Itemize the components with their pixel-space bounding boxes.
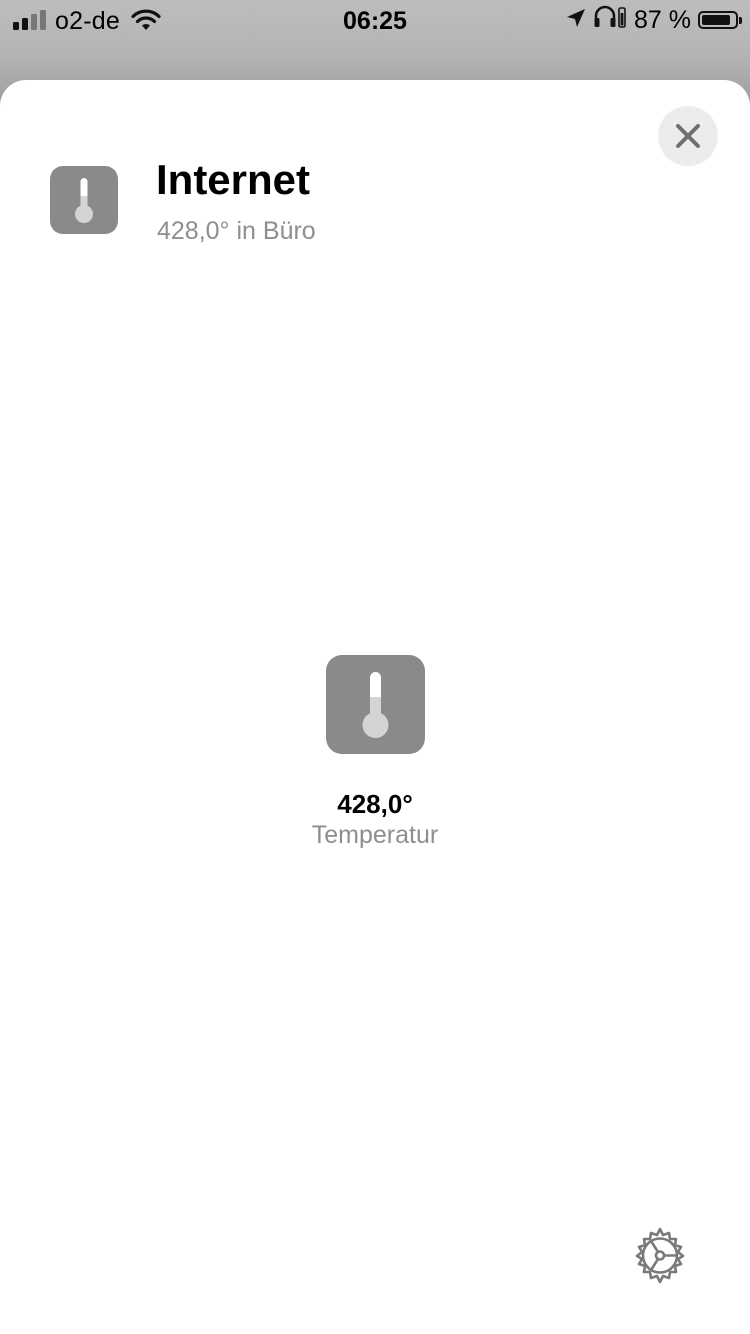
close-icon [676,124,700,148]
accessory-detail-sheet: Internet 428,0° in Büro 428,0° Temperatu… [0,80,750,1334]
accessory-title: Internet [156,156,311,203]
headphones-icon [593,5,627,36]
thermometer-icon [50,166,118,234]
battery-percentage: 87 % [634,5,691,34]
close-button[interactable] [658,106,718,166]
temperature-label: Temperatur [311,821,439,849]
accessory-subtitle: 428,0° in Büro [157,217,316,245]
location-arrow-icon [566,6,586,35]
thermometer-icon [362,672,389,738]
battery-icon [698,11,742,29]
temperature-tile [326,655,425,754]
status-indicators: 87 % [566,5,742,36]
temperature-value: 428,0° [337,789,413,819]
status-bar: o2-de 06:25 87 % [0,0,750,40]
settings-button[interactable] [630,1225,690,1285]
gear-icon [635,1227,685,1284]
